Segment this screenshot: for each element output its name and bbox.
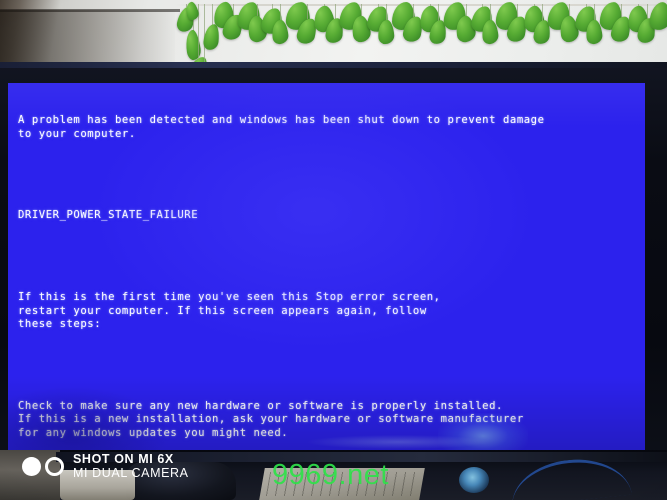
photo-screenshot: A problem has been detected and windows … (0, 0, 667, 500)
bsod-paragraph-first-time: If this is the first time you've seen th… (18, 290, 441, 331)
site-watermark: 9969.net (272, 459, 389, 491)
camera-watermark-text: SHOT ON MI 6X MI DUAL CAMERA (73, 452, 189, 480)
monitor-bezel-highlight (0, 62, 667, 68)
speaker-driver (459, 467, 489, 493)
camera-watermark-line1: SHOT ON MI 6X (73, 452, 174, 466)
wall-ledge (0, 9, 180, 12)
camera-watermark: SHOT ON MI 6X MI DUAL CAMERA (22, 452, 189, 480)
camera-watermark-line2: MI DUAL CAMERA (73, 466, 189, 480)
bsod-screen: A problem has been detected and windows … (8, 83, 645, 450)
wall-shadow (0, 10, 175, 64)
lens-ring-icon (45, 456, 64, 476)
mi-dual-camera-logo (22, 456, 64, 476)
bsod-message-body: A problem has been detected and windows … (18, 87, 645, 450)
lens-filled-icon (22, 456, 41, 476)
bsod-bugcheck-name: DRIVER_POWER_STATE_FAILURE (18, 209, 199, 222)
bsod-paragraph-intro: A problem has been detected and windows … (18, 114, 545, 140)
bsod-paragraph-check-hardware: Check to make sure any new hardware or s… (18, 399, 524, 439)
